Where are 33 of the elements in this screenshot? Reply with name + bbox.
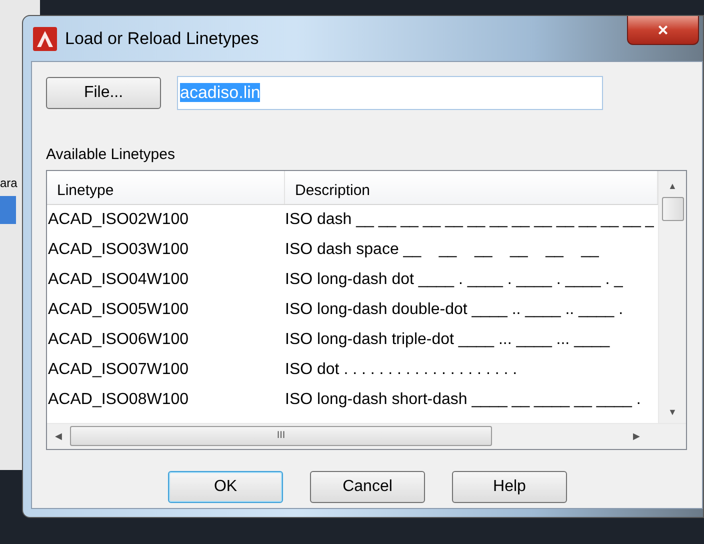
linetype-description[interactable]: ISO long-dash short-dash ____ __ ____ __ ____ .: [285, 390, 641, 408]
dialog-button[interactable]: Help: [452, 470, 567, 502]
linetype-name[interactable]: ACAD_ISO06W100: [48, 330, 189, 348]
vertical-scrollbar[interactable]: ▲ ▼: [658, 170, 686, 422]
app-logo-icon: [33, 26, 57, 50]
linetype-name[interactable]: ACAD_ISO02W100: [48, 210, 189, 228]
list-label: Available Linetypes: [46, 145, 176, 165]
selection-highlight: [0, 196, 16, 224]
background-text: ara: [0, 176, 18, 190]
scroll-left-button[interactable]: ◀: [47, 428, 70, 444]
horizontal-scrollbar[interactable]: ◀ III ▶: [47, 422, 686, 448]
linetype-name[interactable]: ACAD_ISO07W100: [48, 360, 189, 378]
linetype-description[interactable]: ISO long-dash double-dot ____ .. ____ .. ____ .: [285, 300, 624, 318]
scroll-thumb[interactable]: III: [70, 426, 492, 446]
linetype-description[interactable]: ISO long-dash dot ____ . ____ . ____ . ____ . _: [285, 270, 624, 288]
linetype-name[interactable]: ACAD_ISO03W100: [48, 240, 189, 258]
scroll-thumb[interactable]: [662, 196, 684, 220]
file-button[interactable]: File...: [46, 77, 161, 109]
dialog-button[interactable]: Cancel: [310, 470, 425, 502]
scroll-right-button[interactable]: ▶: [627, 428, 646, 444]
linetype-name[interactable]: ACAD_ISO04W100: [48, 270, 189, 288]
linetype-description[interactable]: ISO long-dash triple-dot ____ ... ____ ... ____: [285, 330, 610, 348]
linetype-description[interactable]: ISO dash space __ __ __ __ __ __: [285, 240, 599, 258]
linetype-name[interactable]: ACAD_ISO08W100: [48, 390, 189, 408]
linetype-name[interactable]: ACAD_ISO05W100: [48, 300, 189, 318]
linetype-description[interactable]: ISO dot . . . . . . . . . . . . . . . . . . . .: [285, 360, 518, 378]
window-title: Load or Reload Linetypes: [65, 28, 259, 50]
scroll-up-button[interactable]: ▲: [662, 170, 683, 196]
dialog-button[interactable]: OK: [168, 470, 283, 502]
column-header[interactable]: Linetype: [47, 170, 285, 204]
linetype-description[interactable]: ISO dash __ __ __ __ __ __ __ __ __ __ __ __ __ _: [285, 210, 654, 228]
scroll-down-button[interactable]: ▼: [662, 396, 683, 422]
close-button[interactable]: ×: [627, 16, 699, 45]
